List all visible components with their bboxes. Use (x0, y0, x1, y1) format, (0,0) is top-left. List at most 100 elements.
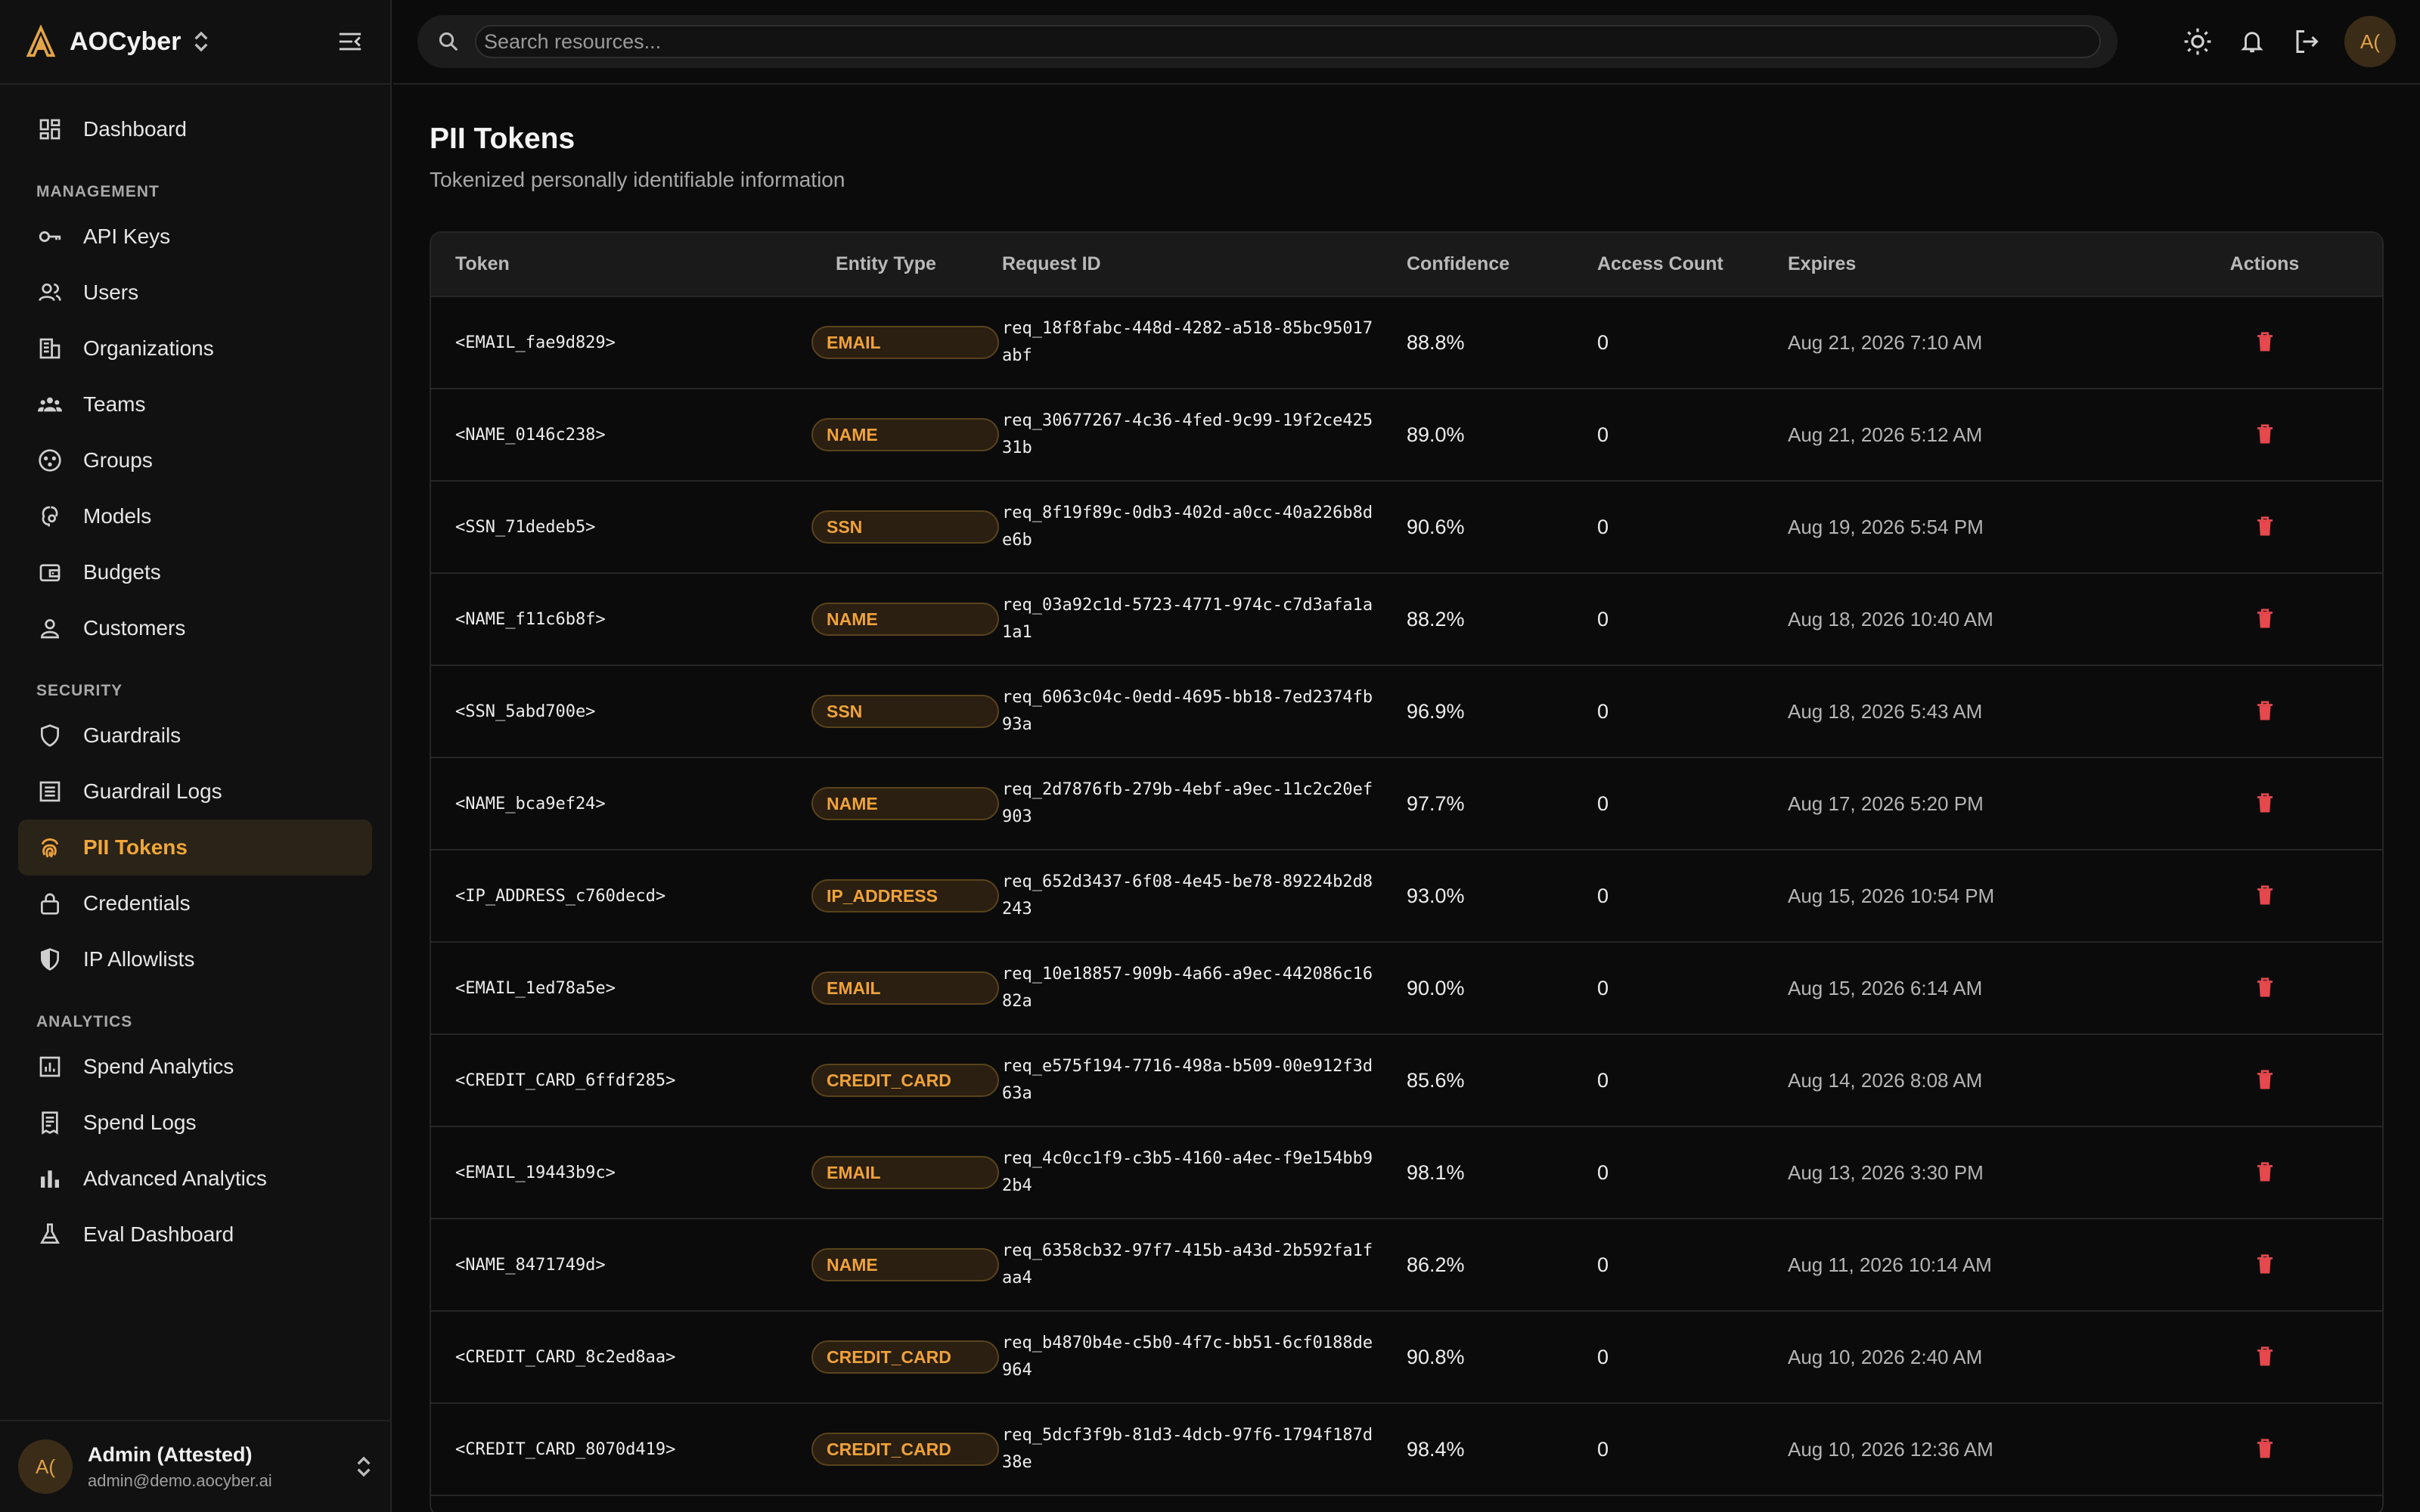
search-input[interactable] (475, 25, 2101, 58)
confidence-cell: 88.2% (1382, 573, 1573, 665)
sidebar-item-groups[interactable]: Groups (18, 432, 372, 488)
confidence-cell: 89.0% (1382, 389, 1573, 481)
delete-token-button[interactable] (2250, 696, 2280, 726)
column-header-expires[interactable]: Expires (1764, 233, 2144, 296)
token-value: <EMAIL_1ed78a5e> (455, 978, 616, 998)
sidebar-item-label: Users (83, 280, 139, 304)
delete-token-button[interactable] (2250, 419, 2280, 449)
notifications-button[interactable] (2231, 20, 2273, 63)
trash-icon (2257, 700, 2273, 720)
sidebar-item-dashboard[interactable]: Dashboard (18, 101, 372, 157)
top-actions: A( (2164, 16, 2396, 67)
profile-info: Admin (Attested) admin@demo.aocyber.ai (88, 1443, 272, 1491)
column-header-access-count[interactable]: Access Count (1573, 233, 1764, 296)
users-icon (36, 279, 64, 306)
sidebar-item-label: Budgets (83, 560, 161, 584)
delete-token-button[interactable] (2250, 327, 2280, 357)
sidebar-item-users[interactable]: Users (18, 265, 372, 321)
column-header-entity-type[interactable]: Entity Type (811, 233, 1002, 296)
sidebar-item-spend-logs[interactable]: Spend Logs (18, 1095, 372, 1151)
token-cell: <NAME_8471749d> (431, 1219, 811, 1311)
delete-token-button[interactable] (2250, 1157, 2280, 1187)
collapse-sidebar-icon[interactable] (337, 30, 363, 53)
request-id-value: req_30677267-4c36-4fed-9c99-19f2ce42531b (1002, 411, 1373, 457)
actions-cell (2144, 1034, 2382, 1126)
chevron-updown-icon[interactable] (193, 30, 209, 53)
confidence-cell: 90.6% (1382, 481, 1573, 573)
trash-icon (2257, 1253, 2273, 1273)
actions-cell (2144, 1403, 2382, 1495)
delete-token-button[interactable] (2250, 1341, 2280, 1371)
sidebar-item-pii-tokens[interactable]: PII Tokens (18, 820, 372, 875)
sidebar-item-budgets[interactable]: Budgets (18, 544, 372, 600)
delete-token-button[interactable] (2250, 880, 2280, 910)
sidebar-item-models[interactable]: Models (18, 488, 372, 544)
sidebar-item-label: Dashboard (83, 117, 187, 141)
column-header-request-id[interactable]: Request ID (1002, 233, 1382, 296)
request-id-cell: req_2d7876fb-279b-4ebf-a9ec-11c2c20ef903 (1002, 758, 1382, 850)
sidebar-item-ip-allowlists[interactable]: IP Allowlists (18, 931, 372, 987)
actions-cell (2144, 942, 2382, 1034)
delete-token-button[interactable] (2250, 1064, 2280, 1095)
delete-token-button[interactable] (2250, 1433, 2280, 1464)
confidence-cell: 98.1% (1382, 1126, 1573, 1219)
delete-token-button[interactable] (2250, 972, 2280, 1002)
confidence-cell: 85.6% (1382, 1034, 1573, 1126)
sidebar-item-customers[interactable]: Customers (18, 600, 372, 656)
access-count-cell: 0 (1573, 573, 1764, 665)
sidebar-item-teams[interactable]: Teams (18, 376, 372, 432)
expires-cell: Aug 19, 2026 5:54 PM (1764, 481, 2144, 573)
column-header-confidence[interactable]: Confidence (1382, 233, 1573, 296)
delete-token-button[interactable] (2250, 1249, 2280, 1279)
expires-value: Aug 10, 2026 12:36 AM (1788, 1437, 1993, 1461)
table-row: <NAME_f11c6b8f> NAME req_03a92c1d-5723-4… (431, 573, 2382, 665)
request-id-cell: req_10e18857-909b-4a66-a9ec-442086c1682a (1002, 942, 1382, 1034)
access-count-value: 0 (1597, 423, 1609, 446)
confidence-cell: 88.8% (1382, 296, 1573, 389)
sidebar-item-api-keys[interactable]: API Keys (18, 209, 372, 265)
entity-type-badge: NAME (811, 787, 999, 820)
logout-button[interactable] (2285, 20, 2328, 63)
sidebar-item-organizations[interactable]: Organizations (18, 321, 372, 376)
expires-cell: Aug 21, 2026 7:10 AM (1764, 296, 2144, 389)
confidence-value: 90.6% (1407, 515, 1465, 538)
profile-name: Admin (Attested) (88, 1442, 253, 1466)
table-row: <CREDIT_CARD_8c2ed8aa> CREDIT_CARD req_b… (431, 1311, 2382, 1403)
token-value: <SSN_5abd700e> (455, 702, 596, 721)
table-row: <SSN_71dedeb5> SSN req_8f19f89c-0db3-402… (431, 481, 2382, 573)
sidebar-item-advanced-analytics[interactable]: Advanced Analytics (18, 1151, 372, 1207)
sidebar-item-guardrails[interactable]: Guardrails (18, 708, 372, 764)
confidence-value: 96.9% (1407, 699, 1465, 723)
sun-icon (2184, 28, 2211, 55)
sidebar: AOCyber Dashboard MANAGEMENT API Keys Us… (0, 0, 392, 1512)
column-header-actions: Actions (2229, 253, 2300, 274)
expires-value: Aug 21, 2026 7:10 AM (1788, 330, 1983, 354)
delete-token-button[interactable] (2250, 511, 2280, 541)
request-id-cell: req_6cfb4d14-1ffc-45ec-bae2-7e63b384193c (1002, 1495, 1382, 1512)
access-count-cell: 0 (1573, 942, 1764, 1034)
chevron-updown-icon[interactable] (355, 1455, 372, 1479)
confidence-value: 89.0% (1407, 423, 1465, 446)
entity-type-cell: SSN (811, 481, 1002, 573)
column-header-token[interactable]: Token (431, 233, 811, 296)
confidence-value: 98.4% (1407, 1437, 1465, 1461)
sidebar-item-guardrail-logs[interactable]: Guardrail Logs (18, 764, 372, 820)
trash-icon (2257, 885, 2273, 904)
entity-type-badge: EMAIL (811, 971, 999, 1005)
theme-toggle-button[interactable] (2176, 20, 2219, 63)
delete-token-button[interactable] (2250, 788, 2280, 818)
lock-icon (36, 890, 64, 917)
trash-icon (2257, 977, 2273, 996)
user-avatar[interactable]: A( (2344, 16, 2396, 67)
table-row: <NAME_0146c238> NAME req_30677267-4c36-4… (431, 389, 2382, 481)
token-value: <EMAIL_fae9d829> (455, 333, 616, 352)
sidebar-item-spend-analytics[interactable]: Spend Analytics (18, 1039, 372, 1095)
sidebar-item-credentials[interactable]: Credentials (18, 875, 372, 931)
person-icon (36, 615, 64, 642)
sidebar-item-eval-dashboard[interactable]: Eval Dashboard (18, 1207, 372, 1263)
section-management-title: MANAGEMENT (36, 183, 160, 200)
user-profile[interactable]: A( Admin (Attested) admin@demo.aocyber.a… (0, 1420, 390, 1512)
confidence-value: 98.1% (1407, 1160, 1465, 1184)
delete-token-button[interactable] (2250, 603, 2280, 634)
sidebar-item-label: Guardrail Logs (83, 779, 222, 803)
